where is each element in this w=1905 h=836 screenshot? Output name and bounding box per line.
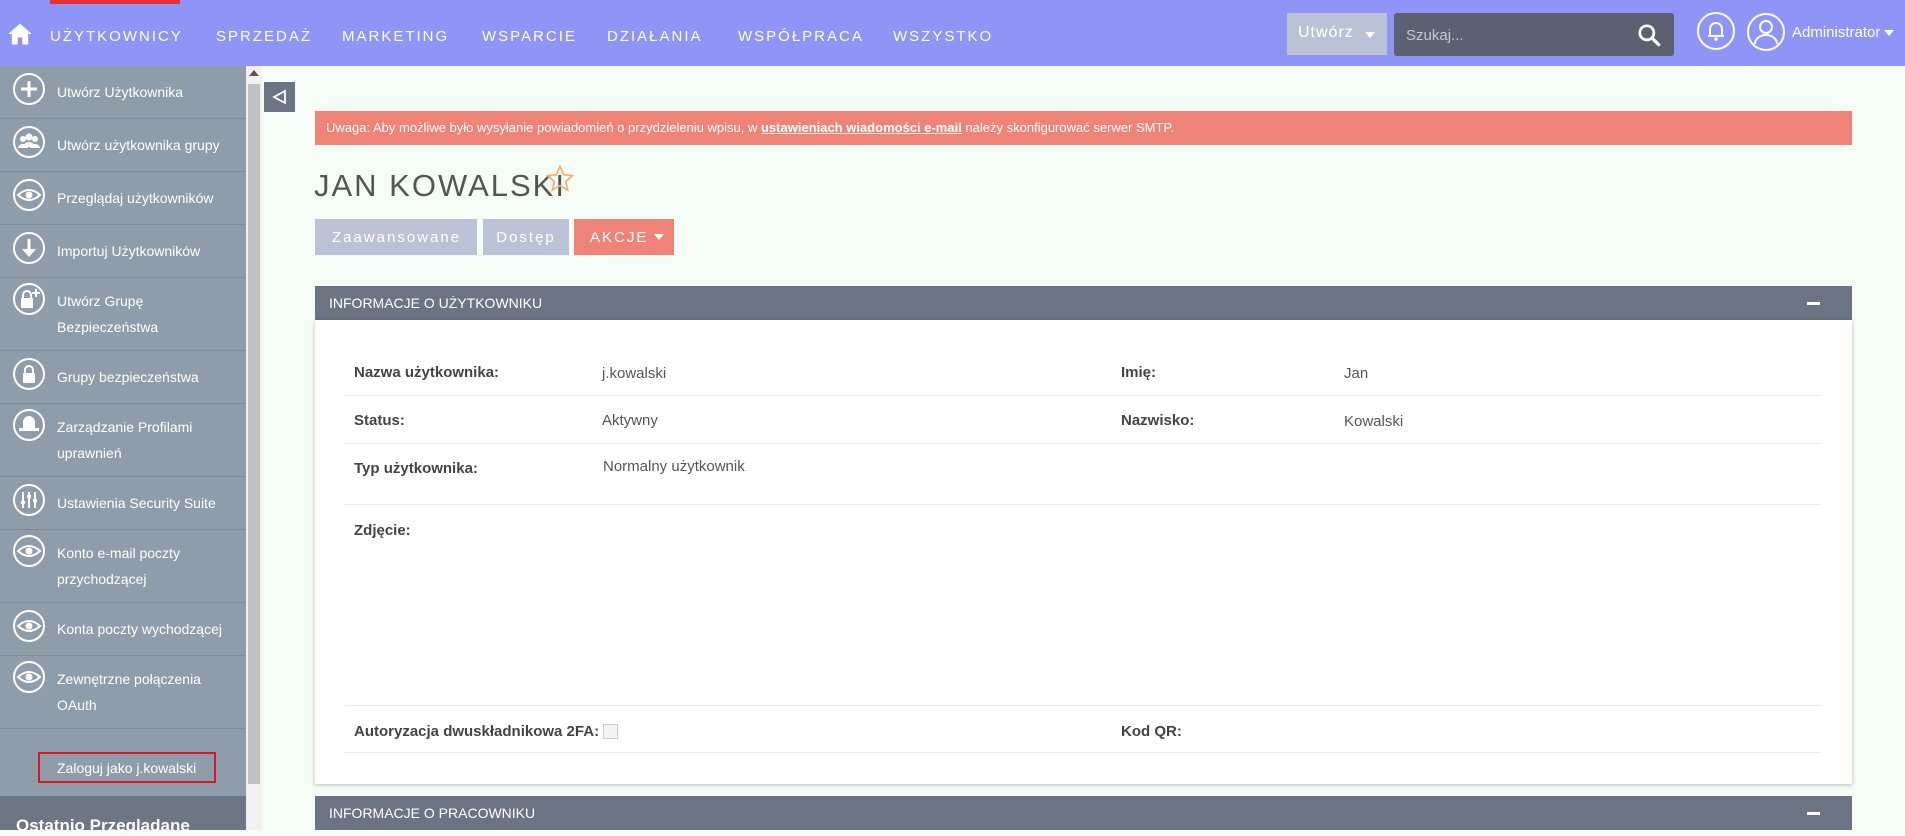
row-divider [345,752,1821,753]
sidebar-item-outbound-email[interactable]: Konta poczty wychodzącej [0,603,246,656]
lock-icon [13,358,45,390]
sidebar-item-label: Przeglądaj użytkowników [57,190,214,206]
smtp-warning-alert: Uwaga: Aby możliwe było wysyłanie powiad… [315,111,1852,145]
nav-item-support[interactable]: Wsparcie [482,28,577,45]
nav-item-activities[interactable]: Działania [607,28,703,45]
row-divider [345,504,1821,505]
first-name-label: Imię: [1121,364,1157,381]
caret-down-icon [1365,32,1375,38]
sidebar-item-permission-profiles[interactable]: Zarządzanie Profilami uprawnień [0,404,246,477]
sidebar-item-security-groups[interactable]: Grupy bezpieczeństwa [0,351,246,404]
user-type-value: Normalny użytkownik [603,458,745,475]
first-name-value: Jan [1344,365,1369,382]
user-info-panel-header[interactable]: INFORMACJE O UŻYTKOWNIKU [315,286,1852,320]
group-icon [13,126,45,158]
sidebar-item-label: Konto e-mail poczty przychodzącej [57,545,180,587]
email-settings-link[interactable]: ustawieniach wiadomości e-mail [761,120,962,135]
status-value: Aktywny [602,412,658,429]
sidebar-item-label: Zarządzanie Profilami uprawnień [57,419,193,461]
triangle-left-icon [272,89,286,105]
create-dropdown-button[interactable]: Utwórz [1287,13,1387,55]
two-factor-auth-label: Autoryzacja dwuskładnikowa 2FA: [354,723,600,740]
sidebar-item-label: Utwórz Grupę Bezpieczeństwa [57,293,159,335]
scrollbar-thumb[interactable] [248,84,260,784]
sidebar-item-label: Ustawienia Security Suite [57,495,216,511]
sidebar-item-import-users[interactable]: Importuj Użytkowników [0,225,246,278]
recently-viewed-section: Ostatnio Przeglądane [0,796,246,835]
sidebar-item-label: Konta poczty wychodzącej [57,621,222,637]
create-label: Utwórz [1298,24,1354,41]
row-divider [345,395,1821,396]
nav-item-users[interactable]: Użytkownicy [50,28,183,45]
alert-text-prefix: Uwaga: Aby możliwe było wysyłanie powiad… [326,120,761,135]
two-factor-auth-checkbox[interactable] [603,724,618,739]
sidebar: Utwórz Użytkownika Utwórz użytkownika gr… [0,66,246,830]
collapse-panel-icon[interactable] [1807,812,1820,815]
row-divider [345,705,1821,706]
collapse-panel-icon[interactable] [1807,302,1820,305]
caret-down-icon[interactable] [1884,30,1894,36]
nav-item-marketing[interactable]: Marketing [342,28,449,45]
last-name-label: Nazwisko: [1121,412,1195,429]
row-divider [345,443,1821,444]
sidebar-item-label: Utwórz Użytkownika [57,84,184,100]
import-icon [13,232,45,264]
sidebar-item-label: Importuj Użytkowników [57,243,201,259]
lock-plus-icon [13,283,45,315]
page-title: JAN KOWALSKI [314,168,566,203]
last-name-value: Kowalski [1344,413,1404,430]
plus-circle-icon [13,73,45,105]
sliders-icon [13,484,45,516]
employee-info-panel-header[interactable]: INFORMACJE O PRACOWNIKU [315,796,1852,830]
sidebar-item-create-group-user[interactable]: Utwórz użytkownika grupy [0,119,246,172]
alert-text-suffix: należy skonfigurować serwer SMTP. [961,120,1175,135]
sidebar-item-oauth-connections[interactable]: Zewnętrzne połączenia OAuth [0,656,246,729]
eye-icon [13,661,45,693]
login-as-user-link[interactable]: Zaloguj jako j.kowalski [38,752,216,783]
panel-title: INFORMACJE O PRACOWNIKU [329,805,536,821]
global-search [1394,13,1674,58]
favorite-star-icon[interactable] [545,164,575,194]
eye-icon [13,610,45,642]
user-avatar-icon[interactable] [1746,12,1786,52]
search-input[interactable] [1404,13,1628,58]
user-menu-name[interactable]: Administrator [1792,24,1880,41]
qr-code-label: Kod QR: [1121,723,1182,740]
caret-down-icon [654,234,664,240]
eye-icon [13,535,45,567]
home-icon[interactable] [6,20,34,48]
sidebar-item-label: Utwórz użytkownika grupy [57,137,220,153]
search-icon[interactable] [1636,22,1662,48]
sidebar-scrollbar[interactable] [246,66,262,830]
photo-label: Zdjęcie: [354,522,411,539]
tab-access[interactable]: Dostęp [477,219,569,255]
active-tab-indicator [50,0,180,4]
username-value: j.kowalski [602,365,667,382]
sidebar-item-label: Grupy bezpieczeństwa [57,369,199,385]
nav-item-collaboration[interactable]: Współpraca [738,28,864,45]
hat-icon [13,409,45,441]
nav-item-all[interactable]: Wszystko [893,28,993,45]
notifications-bell-icon[interactable] [1696,11,1736,51]
status-label: Status: [354,412,405,429]
actions-label: AKCJE [590,229,649,246]
sidebar-item-browse-users[interactable]: Przeglądaj użytkowników [0,172,246,225]
actions-dropdown-button[interactable]: AKCJE [574,219,674,255]
eye-icon [13,179,45,211]
scroll-up-arrow-icon[interactable] [249,70,259,76]
sidebar-item-create-security-group[interactable]: Utwórz Grupę Bezpieczeństwa [0,278,246,351]
tab-advanced[interactable]: Zaawansowane [315,219,478,255]
sidebar-item-create-user[interactable]: Utwórz Użytkownika [0,66,246,119]
panel-title: INFORMACJE O UŻYTKOWNIKU [329,295,543,311]
nav-item-sales[interactable]: Sprzedaż [216,28,312,45]
sidebar-item-inbound-email[interactable]: Konto e-mail poczty przychodzącej [0,530,246,603]
sidebar-item-security-suite-settings[interactable]: Ustawienia Security Suite [0,477,246,530]
collapse-sidebar-button[interactable] [264,82,295,112]
top-navigation-bar: Użytkownicy Sprzedaż Marketing Wsparcie … [0,0,1905,66]
recently-viewed-title: Ostatnio Przeglądane [16,816,190,835]
sidebar-item-label: Zewnętrzne połączenia OAuth [57,671,201,713]
username-label: Nazwa użytkownika: [354,364,500,381]
user-info-panel: Nazwa użytkownika: j.kowalski Imię: Jan … [315,320,1852,784]
user-type-label: Typ użytkownika: [354,460,478,477]
